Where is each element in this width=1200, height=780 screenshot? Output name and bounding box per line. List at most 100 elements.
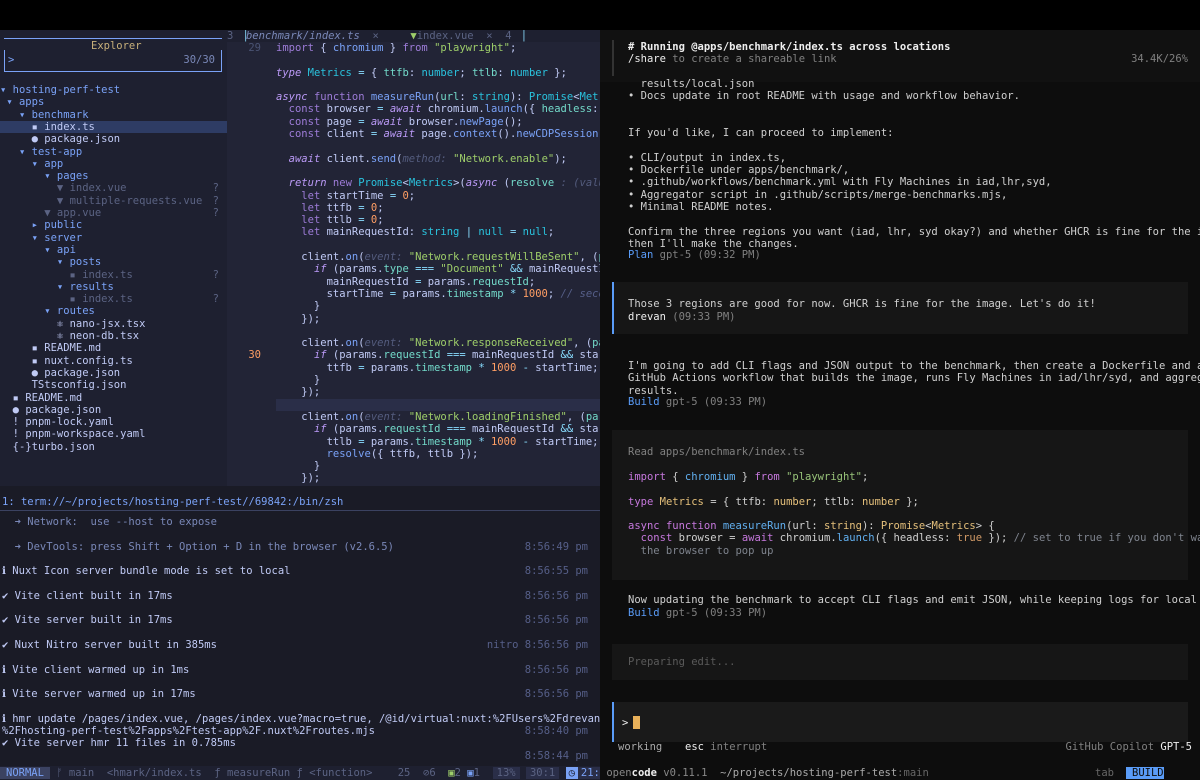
folder-chevron-icon: ▸ <box>31 219 45 232</box>
terminal-line: %2Fhosting-perf-test%2Fapps%2Ftest-app%2… <box>2 725 375 738</box>
tree-indent-guide <box>0 404 13 416</box>
tree-folder[interactable]: ▾ apps <box>0 96 227 108</box>
message-line: • CLI/output in index.ts, <box>628 151 787 164</box>
tree-file[interactable]: TStsconfig.json <box>0 379 227 391</box>
tree-file[interactable]: ● package.json <box>0 367 227 379</box>
tab-close-icon[interactable]: × <box>372 30 378 42</box>
tree-file[interactable]: ▪ index.ts? <box>0 269 227 281</box>
tree-folder[interactable]: ▾ server <box>0 232 227 244</box>
folder-chevron-icon: ▾ <box>0 84 13 96</box>
tree-file[interactable]: ! pnpm-workspace.yaml <box>0 428 227 440</box>
tree-file[interactable]: ! pnpm-lock.yaml <box>0 416 227 428</box>
tree-file[interactable]: {-}turbo.json <box>0 441 227 453</box>
tree-file[interactable]: ● package.json <box>0 404 227 416</box>
folder-chevron-icon: ▾ <box>56 256 70 269</box>
tab-index-vue[interactable]: index.vue <box>417 30 474 42</box>
working-status: working <box>618 741 663 753</box>
tree-indent-guide <box>0 207 44 219</box>
prompt-cursor <box>633 716 640 729</box>
tree-file[interactable]: ▪ README.md <box>0 342 227 354</box>
tree-file[interactable]: ● package.json <box>0 133 227 145</box>
terminal-pane[interactable]: 1: term://~/projects/hosting-perf-test//… <box>0 486 600 766</box>
app-version: v0.11.1 <box>656 767 708 779</box>
tree-file[interactable]: ⚛ nano-jsx.tsx <box>0 318 227 330</box>
tab-close-icon-2[interactable]: × <box>486 30 492 42</box>
tree-file[interactable]: ▼ index.vue? <box>0 182 227 194</box>
tree-file[interactable]: ▪ index.ts? <box>0 293 227 305</box>
tree-file[interactable]: ▼ multiple-requests.vue? <box>0 195 227 207</box>
terminal-line: ℹ Nuxt Icon server bundle mode is set to… <box>2 565 291 578</box>
file-type-icon: ! <box>12 428 26 441</box>
folder-chevron-icon: ▾ <box>44 170 57 183</box>
explorer-border <box>4 38 222 39</box>
tree-folder[interactable]: ▾ app <box>0 158 227 170</box>
tree-file[interactable]: ▪ nuxt.config.ts <box>0 355 227 367</box>
tree-item-label: pnpm-workspace.yaml <box>25 428 146 441</box>
tree-file[interactable]: ▪ index.ts <box>0 120 227 134</box>
file-type-icon: ⚛ <box>56 330 70 342</box>
msg2-mode: Build <box>628 396 660 408</box>
tab-active[interactable]: benchmark/index.ts <box>246 30 360 42</box>
agent-header-bar <box>612 40 614 76</box>
tree-folder[interactable]: ▾ hosting-perf-test <box>0 84 227 96</box>
tool-read-label: Read apps/benchmark/index.ts <box>628 446 806 458</box>
explorer-search-prompt[interactable]: > <box>8 54 14 66</box>
tree-folder[interactable]: ▾ api <box>0 244 227 256</box>
tab-number-2: 4 <box>505 30 512 42</box>
tree-item-label: routes <box>56 305 95 318</box>
code-content[interactable]: import { chromium } from "playwright"; t… <box>276 42 600 485</box>
tree-indent-guide <box>0 305 44 317</box>
count-1: 25 <box>397 767 411 779</box>
tree-indent-guide <box>0 428 13 440</box>
share-command[interactable]: /share <box>628 53 666 65</box>
msg3-meta: gpt-5 (09:33 PM) <box>659 607 768 619</box>
tree-folder[interactable]: ▸ public <box>0 219 227 231</box>
tree-file[interactable]: ⚛ neon-db.tsx <box>0 330 227 342</box>
tree-folder[interactable]: ▾ benchmark <box>0 109 227 121</box>
prompt-symbol: > <box>622 717 629 729</box>
message-line: If you'd like, I can proceed to implemen… <box>628 127 894 140</box>
terminal-timestamp: 8:58:40 pm <box>524 725 588 738</box>
git-status-untracked: ? <box>212 207 219 219</box>
tree-file[interactable]: ▪ README.md <box>0 392 227 404</box>
project-path: ~/projects/hosting-perf-test <box>720 767 898 779</box>
count-2: 6 <box>429 767 436 779</box>
folder-chevron-icon: ▾ <box>31 157 45 170</box>
git-branch: main <box>68 767 95 779</box>
model-name: GPT-5 <box>1160 741 1192 753</box>
msg3-mode: Build <box>628 607 660 619</box>
terminal-divider <box>0 510 600 511</box>
build-agent-badge[interactable]: BUILD AGENT <box>1126 767 1164 780</box>
message-line: I'm going to add CLI flags and JSON outp… <box>628 360 1200 372</box>
tree-indent-guide <box>0 355 32 367</box>
terminal-timestamp: 8:56:55 pm <box>524 565 588 578</box>
user-name: drevan <box>628 311 666 323</box>
tree-file[interactable]: ▼ app.vue? <box>0 207 227 219</box>
file-type-icon: ● <box>31 366 45 379</box>
message-line: GitHub Actions workflow that builds the … <box>628 372 1200 385</box>
git-status-untracked: ? <box>212 293 219 306</box>
terminal-timestamp: 8:56:56 pm <box>524 663 588 676</box>
terminal-line: ✔ Vite server hmr 11 files in 0.785ms <box>2 737 236 750</box>
prompt-input-box[interactable] <box>612 702 1188 742</box>
tree-folder[interactable]: ▾ routes <box>0 305 227 317</box>
app-name-open: open <box>606 767 632 779</box>
terminal-line: ℹ Vite client warmed up in 1ms <box>2 663 190 676</box>
message-line: • Dockerfile under apps/benchmark/, <box>628 164 850 177</box>
tree-folder[interactable]: ▾ posts <box>0 256 227 268</box>
interrupt-key: esc <box>685 741 704 753</box>
tree-folder[interactable]: ▾ results <box>0 281 227 293</box>
tree-item-label: package.json <box>44 366 121 379</box>
tree-item-label: neon-db.tsx <box>69 330 140 342</box>
tree-indent-guide <box>0 293 70 305</box>
tree-folder[interactable]: ▾ pages <box>0 170 227 182</box>
tree-indent-guide <box>0 109 19 121</box>
tree-item-label: app.vue <box>56 207 102 219</box>
editor-tabs: 3 ▕benchmark/index.ts × ▼index.vue × 4 ▕ <box>227 30 600 42</box>
tree-indent-guide <box>0 441 13 453</box>
explorer-count: 30/30 <box>183 54 215 66</box>
tree-item-label: server <box>44 231 83 244</box>
tree-folder[interactable]: ▾ test-app <box>0 146 227 158</box>
tree-item-label: hosting-perf-test <box>12 84 121 96</box>
vim-mode: NORMAL <box>0 767 50 779</box>
